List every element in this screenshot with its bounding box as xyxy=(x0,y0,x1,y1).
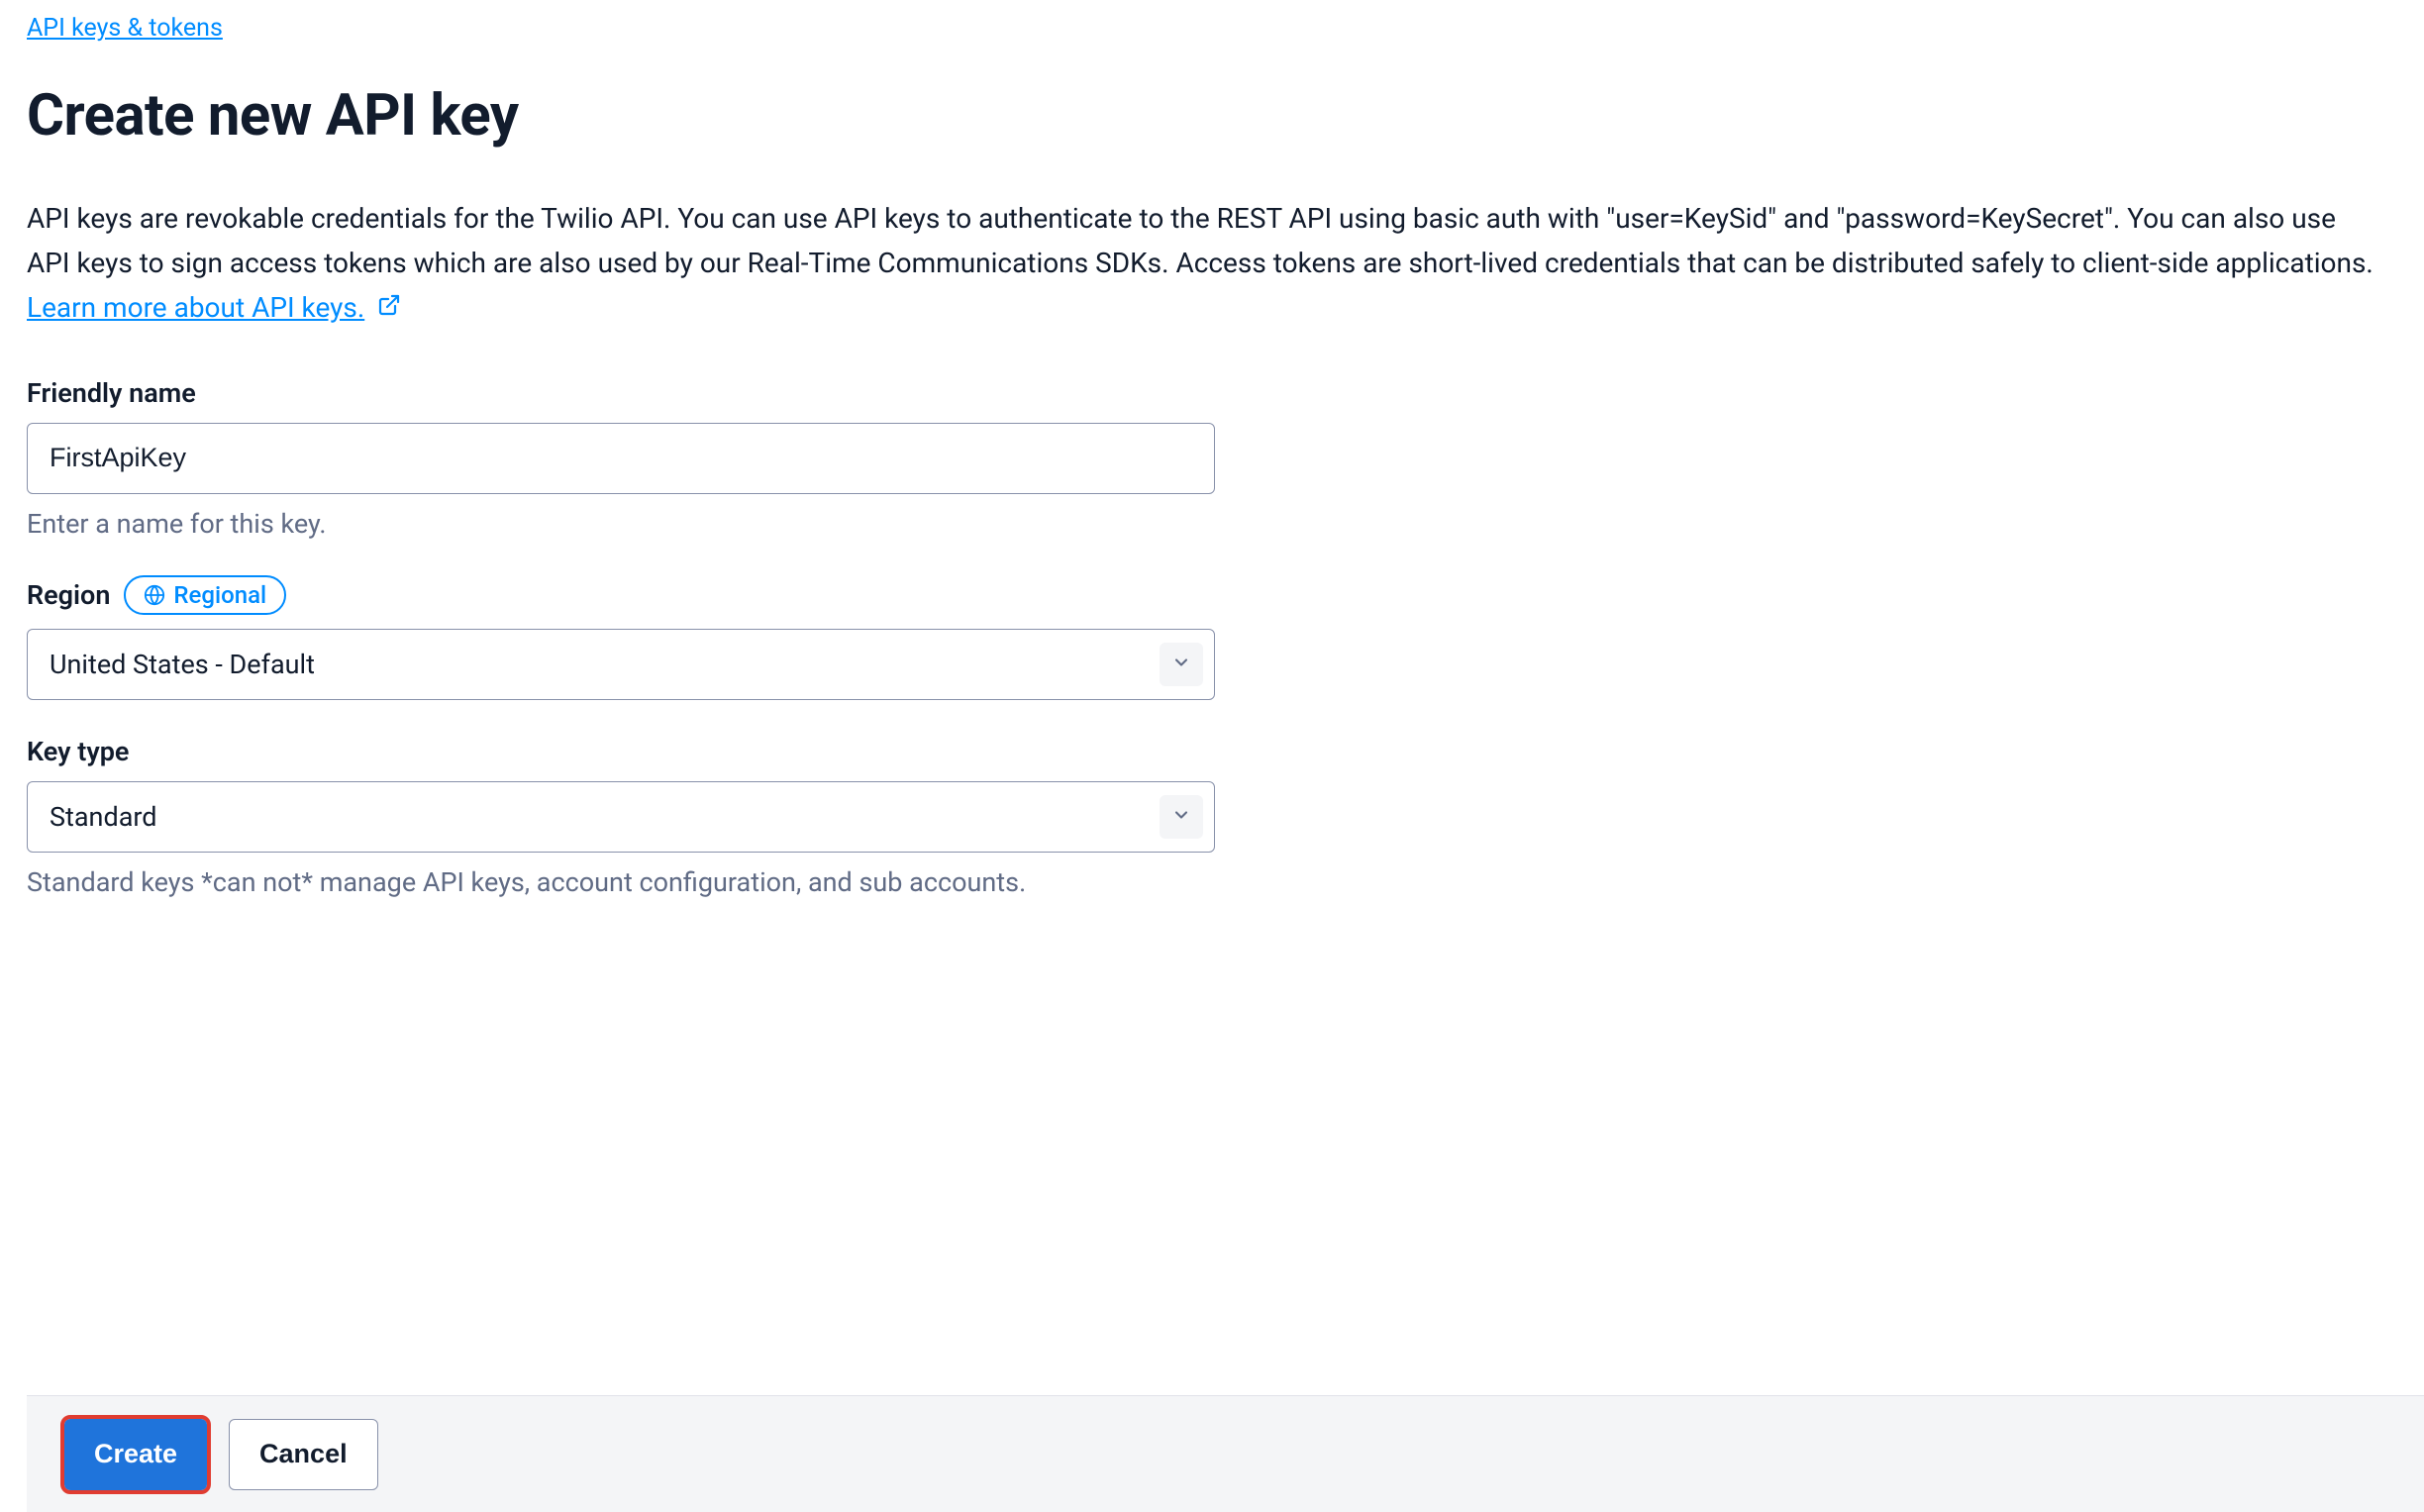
key-type-label: Key type xyxy=(27,736,129,767)
key-type-chevron-button[interactable] xyxy=(1160,795,1203,839)
region-select[interactable]: United States - Default xyxy=(27,629,1215,700)
key-type-select[interactable]: Standard xyxy=(27,781,1215,853)
learn-more-link[interactable]: Learn more about API keys. xyxy=(27,291,364,324)
chevron-down-icon xyxy=(1171,653,1191,676)
friendly-name-label: Friendly name xyxy=(27,377,196,409)
footer-bar: Create Cancel xyxy=(27,1395,2424,1512)
cancel-button[interactable]: Cancel xyxy=(229,1419,378,1490)
globe-icon xyxy=(144,584,165,606)
region-select-value: United States - Default xyxy=(50,649,315,680)
chevron-down-icon xyxy=(1171,805,1191,829)
regional-pill-label: Regional xyxy=(173,581,266,609)
page-description: API keys are revokable credentials for t… xyxy=(27,197,2383,332)
breadcrumb-link-api-keys[interactable]: API keys & tokens xyxy=(27,14,223,43)
create-button[interactable]: Create xyxy=(64,1419,207,1490)
region-chevron-button[interactable] xyxy=(1160,643,1203,686)
key-type-select-value: Standard xyxy=(50,801,157,833)
breadcrumb: API keys & tokens xyxy=(27,14,2397,43)
friendly-name-input[interactable] xyxy=(27,423,1215,494)
region-label: Region xyxy=(27,579,110,611)
region-group: Region Regional United States - Default xyxy=(27,575,2397,700)
key-type-help: Standard keys *can not* manage API keys,… xyxy=(27,866,2397,898)
friendly-name-help: Enter a name for this key. xyxy=(27,508,2397,540)
description-text: API keys are revokable credentials for t… xyxy=(27,202,2374,279)
friendly-name-group: Friendly name Enter a name for this key. xyxy=(27,377,2397,540)
key-type-group: Key type Standard Standard keys *can not… xyxy=(27,736,2397,898)
page-title: Create new API key xyxy=(27,82,2397,150)
external-link-icon xyxy=(377,286,401,331)
regional-pill[interactable]: Regional xyxy=(124,575,286,615)
